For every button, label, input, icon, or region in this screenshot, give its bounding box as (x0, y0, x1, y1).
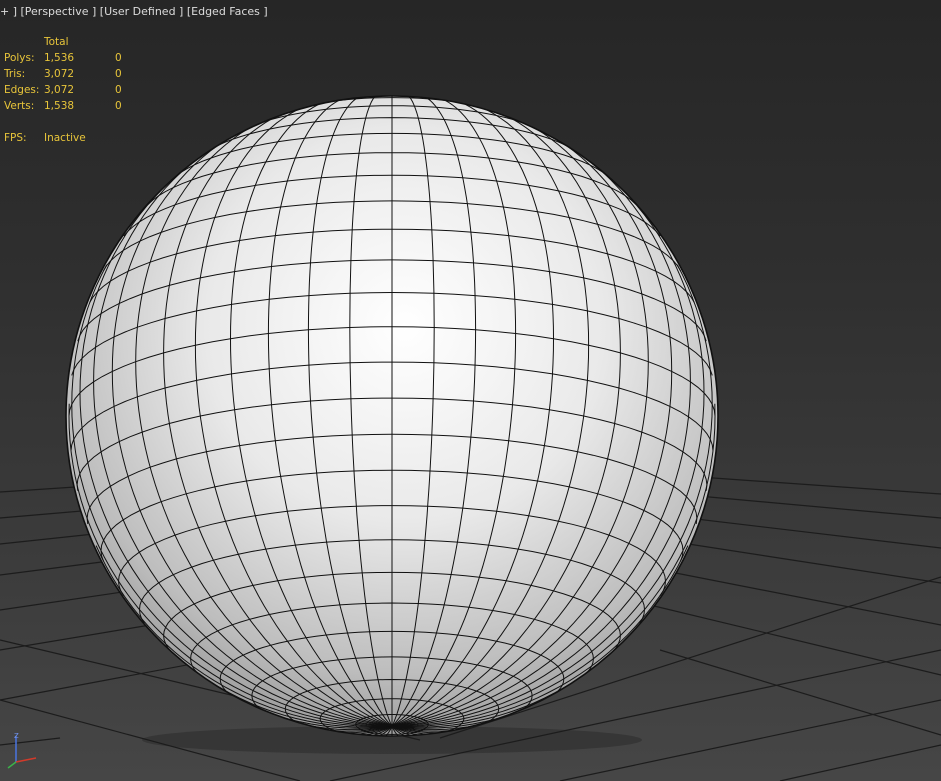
fps-label: FPS: (4, 132, 27, 144)
axis-tripod-icon: z (7, 731, 37, 769)
stats-selected: 0 (115, 52, 122, 64)
y-axis-line (7, 761, 17, 769)
stats-total: 3,072 (44, 68, 75, 80)
geosphere-object[interactable] (65, 93, 719, 739)
stats-label: Edges: (4, 84, 40, 96)
bracket-sep: ] [ (175, 5, 192, 18)
bracket-sep: ] (259, 5, 268, 18)
bracket-sep: ] [ (9, 5, 25, 18)
stats-total: 1,538 (44, 100, 75, 112)
stats-selected: 0 (115, 68, 122, 80)
bracket-sep: ] [ (88, 5, 105, 18)
viewport-display-menu[interactable]: Edged Faces (191, 5, 260, 18)
fps-value: Inactive (44, 132, 86, 144)
stats-selected: 0 (115, 84, 122, 96)
viewport-label-menu: + ] [Perspective ] [User Defined ] [Edge… (0, 5, 268, 18)
x-axis-line (15, 757, 37, 763)
stats-label: Polys: (4, 52, 35, 64)
viewport-plus-menu[interactable]: + (0, 5, 9, 18)
z-axis-label: z (14, 731, 19, 741)
stats-total: 1,536 (44, 52, 75, 64)
viewport-shading-menu[interactable]: User Defined (104, 5, 175, 18)
stats-total-header: Total (44, 36, 69, 48)
viewport-view-menu[interactable]: Perspective (25, 5, 89, 18)
stats-label: Tris: (4, 68, 26, 80)
stats-total: 3,072 (44, 84, 75, 96)
stats-label: Verts: (4, 100, 35, 112)
stats-selected: 0 (115, 100, 122, 112)
perspective-viewport[interactable]: + ] [Perspective ] [User Defined ] [Edge… (0, 0, 941, 781)
viewport-scene[interactable] (0, 0, 941, 781)
